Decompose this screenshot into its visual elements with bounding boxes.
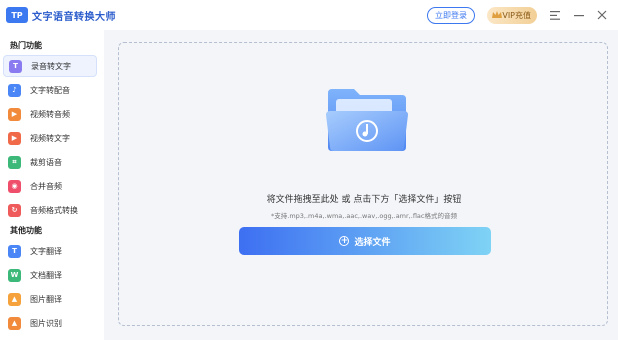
sidebar-item[interactable]: ⌗ 裁剪语音 — [3, 151, 97, 173]
sidebar-item-label: 视频转文字 — [30, 133, 70, 143]
feature-icon: W — [8, 268, 21, 282]
sidebar-item[interactable]: ↻ 音频格式转换 — [3, 199, 97, 221]
main-panel: 将文件拖拽至此处 或 点击下方「选择文件」按钮 *支持.mp3,.m4a,.wm… — [104, 30, 618, 340]
sidebar-item-label: 录音转文字 — [31, 61, 71, 71]
sidebar-item-label: 图片翻译 — [30, 294, 62, 304]
select-file-button[interactable]: + 选择文件 — [239, 227, 491, 255]
sidebar-item-label: 文字转配音 — [30, 85, 70, 95]
title-bar: TP 文字语音转换大师 立即登录 VIP充值 — [0, 0, 618, 30]
sidebar-item[interactable]: ▶ 视频转文字 — [3, 127, 97, 149]
login-button[interactable]: 立即登录 — [427, 7, 475, 24]
menu-icon[interactable] — [548, 8, 562, 22]
sidebar-item[interactable]: ◉ 合并音频 — [3, 175, 97, 197]
sidebar-item-label: 文档翻译 — [30, 270, 62, 280]
sidebar-item-label: 图片识别 — [30, 318, 62, 328]
app-logo: TP — [6, 7, 28, 23]
feature-icon: ↻ — [8, 203, 21, 217]
hot-section-title: 热门功能 — [10, 41, 42, 50]
folder-audio-icon — [326, 89, 408, 151]
drop-instruction: 将文件拖拽至此处 或 点击下方「选择文件」按钮 — [266, 195, 462, 205]
supported-formats: *支持.mp3,.m4a,.wma,.aac,.wav,.ogg,.amr,.f… — [271, 212, 457, 220]
close-icon[interactable] — [595, 8, 609, 22]
feature-icon: ▲ — [8, 316, 21, 330]
sidebar-item[interactable]: ▶ 视频转音频 — [3, 103, 97, 125]
feature-icon: T — [8, 244, 21, 258]
sidebar: 热门功能 T 录音转文字 ♪ 文字转配音 ▶ 视频转音频 ▶ 视频转文字 ⌗ 裁剪语音 ◉ 合并音频 ↻… — [0, 30, 104, 340]
app-title: 文字语音转换大师 — [32, 12, 116, 23]
file-drop-zone[interactable]: 将文件拖拽至此处 或 点击下方「选择文件」按钮 *支持.mp3,.m4a,.wm… — [118, 42, 608, 326]
vip-button[interactable]: VIP充值 — [487, 7, 537, 24]
sidebar-item[interactable]: ♪ 文字转配音 — [3, 79, 97, 101]
feature-icon: ◉ — [8, 179, 21, 193]
sidebar-item-label: 合并音频 — [30, 181, 62, 191]
feature-icon: ▶ — [8, 107, 21, 121]
vip-label: VIP充值 — [502, 11, 531, 20]
sidebar-item-label: 视频转音频 — [30, 109, 70, 119]
sidebar-item[interactable]: ▲ 图片翻译 — [3, 288, 97, 310]
minimize-icon[interactable] — [572, 8, 586, 22]
feature-icon: ▶ — [8, 131, 21, 145]
sidebar-item-label: 文字翻译 — [30, 246, 62, 256]
feature-icon: ♪ — [8, 83, 21, 97]
feature-icon: ▲ — [8, 292, 21, 306]
other-section-title: 其他功能 — [10, 226, 42, 235]
sidebar-item[interactable]: ▲ 图片识别 — [3, 312, 97, 334]
feature-icon: ⌗ — [8, 155, 21, 169]
select-file-label: 选择文件 — [354, 237, 391, 248]
sidebar-item[interactable]: T 文字翻译 — [3, 240, 97, 262]
feature-icon: T — [9, 59, 22, 73]
crown-icon — [492, 11, 502, 18]
sidebar-item-label: 音频格式转换 — [30, 205, 78, 215]
sidebar-item-label: 裁剪语音 — [30, 157, 62, 167]
plus-circle-icon: + — [339, 235, 350, 246]
sidebar-item[interactable]: W 文档翻译 — [3, 264, 97, 286]
sidebar-item[interactable]: T 录音转文字 — [3, 55, 97, 77]
